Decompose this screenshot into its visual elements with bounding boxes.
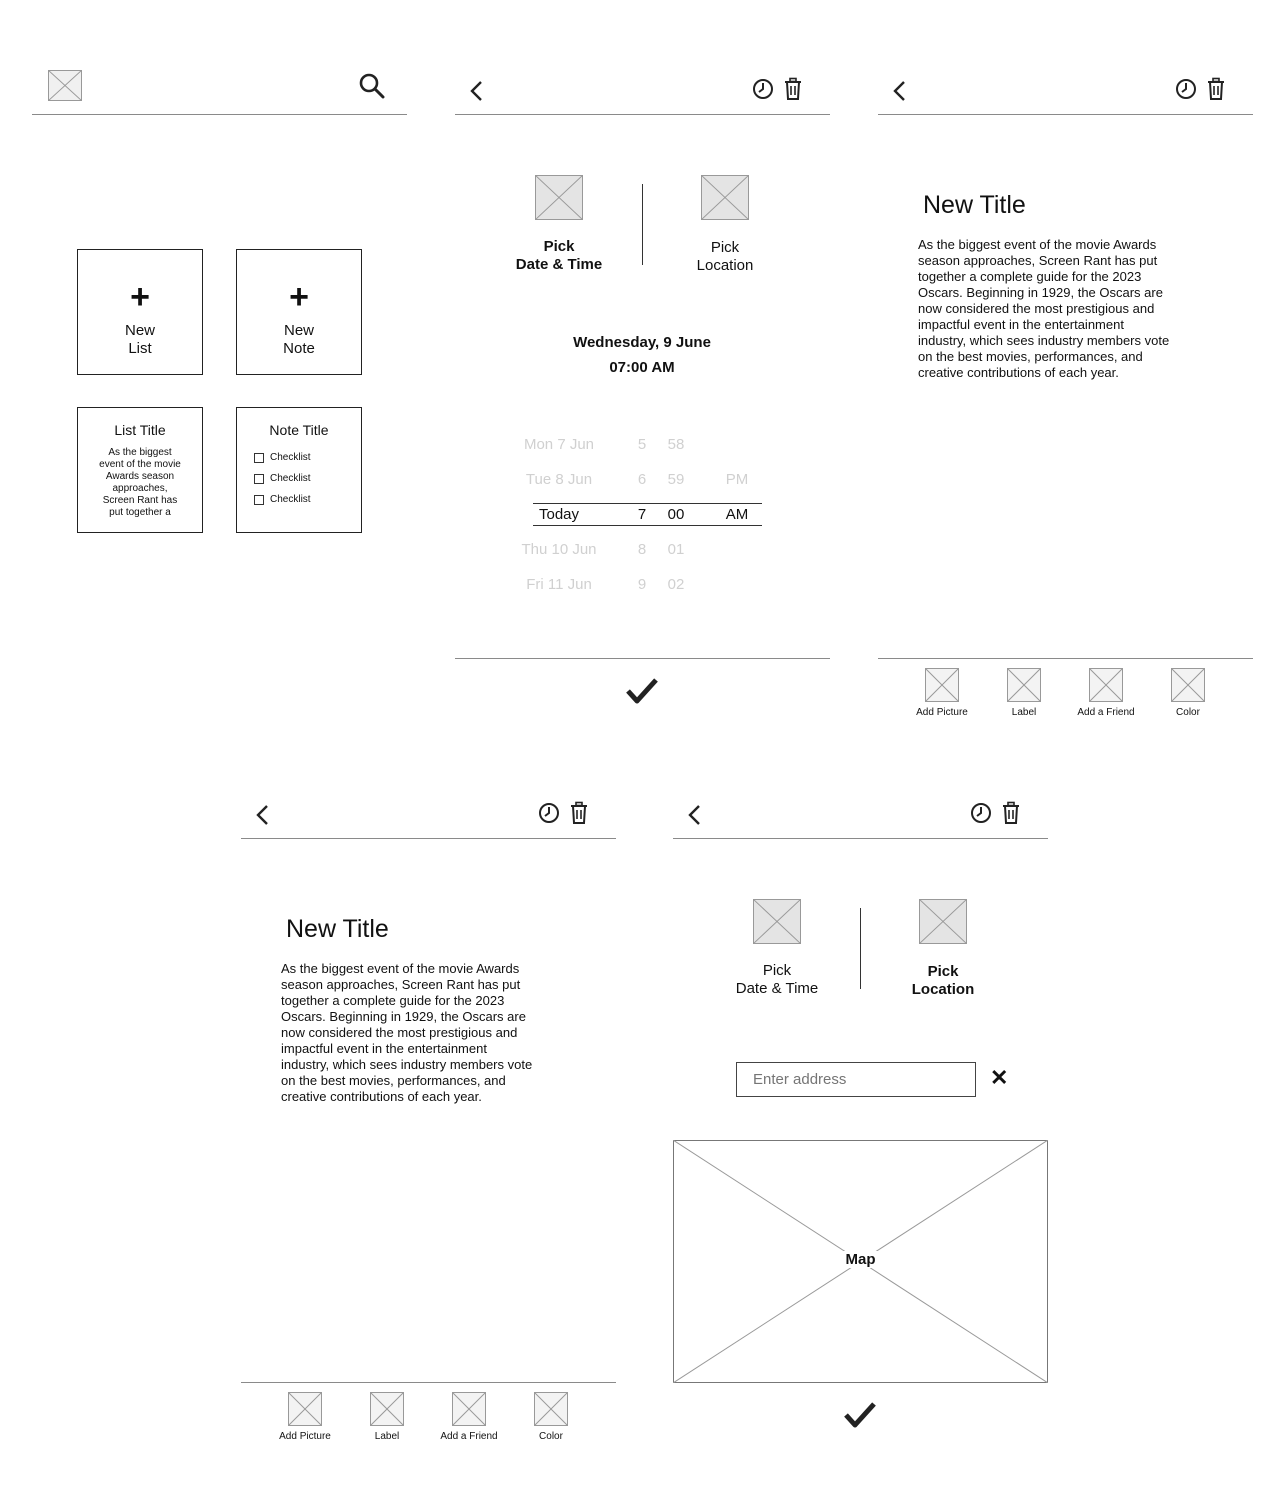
image-placeholder-icon [1089, 668, 1123, 702]
picker-row[interactable]: Mon 7 Jun 5 58 [505, 436, 765, 454]
new-note-label-2: Note [283, 340, 315, 357]
image-placeholder-icon [1007, 668, 1041, 702]
add-friend-button[interactable]: Add a Friend [1065, 668, 1147, 718]
search-icon[interactable] [358, 72, 386, 100]
new-note-label-1: New [283, 322, 314, 339]
picker-row-selected[interactable]: Today 7 00 AM [505, 506, 765, 524]
image-placeholder-icon[interactable] [753, 899, 801, 944]
image-placeholder-icon [452, 1392, 486, 1426]
note-title[interactable]: New Title [923, 191, 1026, 220]
picker-selection-line [533, 525, 762, 526]
list-card-title: List Title [114, 422, 166, 438]
footer-divider [241, 1382, 616, 1383]
header-divider [673, 838, 1048, 839]
footer-divider [455, 658, 830, 659]
image-placeholder-icon [1171, 668, 1205, 702]
image-placeholder-icon [925, 668, 959, 702]
list-card-preview: As the biggest event of the movie Awards… [99, 447, 181, 518]
close-icon[interactable]: ✕ [990, 1065, 1008, 1091]
note-card[interactable]: Note Title Checklist Checklist Checklist [236, 407, 362, 533]
image-placeholder-icon[interactable] [701, 175, 749, 220]
checkmark-icon[interactable] [843, 1400, 877, 1430]
image-placeholder-icon[interactable] [535, 175, 583, 220]
checklist-item[interactable]: Checklist [254, 489, 361, 510]
header-divider [455, 114, 830, 115]
checklist-item[interactable]: Checklist [254, 447, 361, 468]
checkbox[interactable] [254, 473, 264, 484]
new-list-tile[interactable]: + New List [77, 249, 203, 375]
color-button[interactable]: Color [510, 1392, 592, 1442]
trash-icon[interactable] [1001, 801, 1021, 825]
header-divider [32, 114, 407, 115]
list-card[interactable]: List Title As the biggest event of the m… [77, 407, 203, 533]
pick-date-time-button[interactable]: Pick Date & Time [717, 962, 837, 998]
note-title[interactable]: New Title [286, 915, 389, 944]
note-body[interactable]: As the biggest event of the movie Awards… [918, 237, 1218, 381]
header-divider [878, 114, 1253, 115]
chevron-left-icon[interactable] [892, 80, 908, 102]
clock-icon[interactable] [752, 78, 774, 100]
chevron-left-icon[interactable] [255, 804, 271, 826]
note-card-title: Note Title [269, 422, 329, 438]
clock-icon[interactable] [538, 802, 560, 824]
picker-selection-line [533, 503, 762, 504]
map-label: Map [833, 1251, 888, 1268]
header-divider [241, 838, 616, 839]
picker-row[interactable]: Thu 10 Jun 8 01 [505, 541, 765, 559]
checklist: Checklist Checklist Checklist [254, 447, 361, 510]
chevron-left-icon[interactable] [469, 80, 485, 102]
trash-icon[interactable] [783, 77, 803, 101]
picker-row[interactable]: Fri 11 Jun 9 02 [505, 576, 765, 594]
pick-location-button[interactable]: Pick Location [883, 963, 1003, 999]
new-list-label-1: New [124, 322, 155, 339]
checkbox[interactable] [254, 494, 264, 505]
logo-placeholder-icon [48, 70, 82, 101]
plus-icon: + [289, 278, 309, 316]
address-input[interactable] [736, 1062, 976, 1097]
trash-icon[interactable] [1206, 77, 1226, 101]
plus-icon: + [130, 278, 150, 316]
checklist-item[interactable]: Checklist [254, 468, 361, 489]
option-divider [860, 908, 861, 989]
image-placeholder-icon [534, 1392, 568, 1426]
selected-time: 07:00 AM [609, 359, 675, 376]
new-note-tile[interactable]: + New Note [236, 249, 362, 375]
chevron-left-icon[interactable] [687, 804, 703, 826]
trash-icon[interactable] [569, 801, 589, 825]
option-divider [642, 184, 643, 265]
add-friend-button[interactable]: Add a Friend [428, 1392, 510, 1442]
label-button[interactable]: Label [983, 668, 1065, 718]
clock-icon[interactable] [970, 802, 992, 824]
checkbox[interactable] [254, 452, 264, 463]
image-placeholder-icon[interactable] [919, 899, 967, 944]
label-button[interactable]: Label [346, 1392, 428, 1442]
add-picture-button[interactable]: Add Picture [264, 1392, 346, 1442]
pick-date-time-button[interactable]: Pick Date & Time [499, 238, 619, 274]
footer-divider [878, 658, 1253, 659]
note-body[interactable]: As the biggest event of the movie Awards… [281, 961, 581, 1105]
image-placeholder-icon [288, 1392, 322, 1426]
color-button[interactable]: Color [1147, 668, 1229, 718]
map-placeholder[interactable]: Map [673, 1140, 1048, 1383]
add-picture-button[interactable]: Add Picture [901, 668, 983, 718]
picker-row[interactable]: Tue 8 Jun 6 59 PM [505, 471, 765, 489]
selected-date: Wednesday, 9 June [573, 334, 711, 351]
image-placeholder-icon [370, 1392, 404, 1426]
clock-icon[interactable] [1175, 78, 1197, 100]
checkmark-icon[interactable] [625, 676, 659, 706]
pick-location-button[interactable]: Pick Location [665, 239, 785, 275]
new-list-label-2: List [128, 340, 152, 357]
